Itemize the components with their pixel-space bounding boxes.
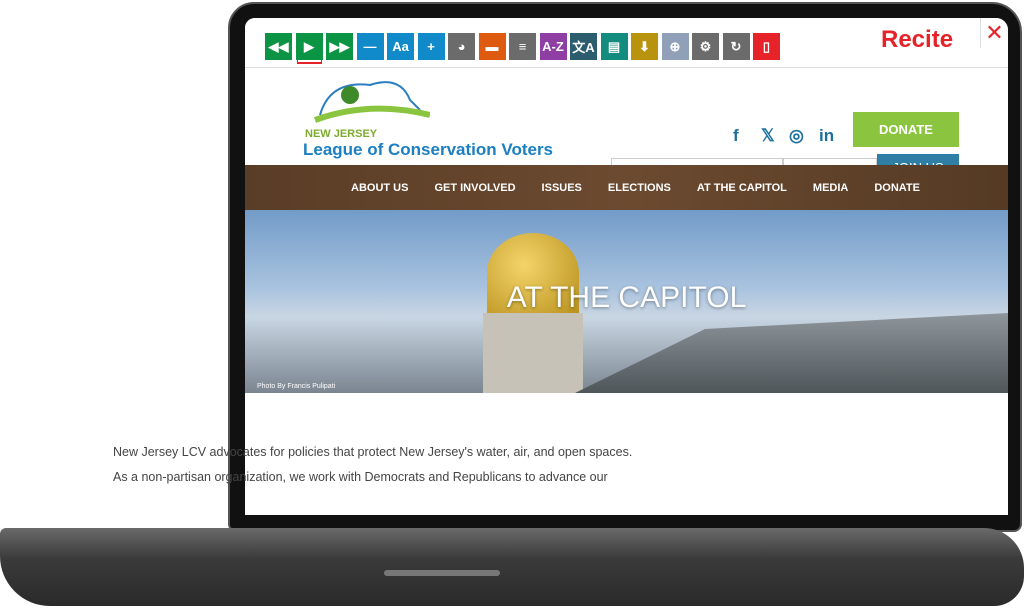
capitol-drum xyxy=(483,313,583,393)
nav-item-donate[interactable]: DONATE xyxy=(874,182,920,194)
photo-credit: Photo By Francis Pulipati xyxy=(257,383,336,390)
settings-icon[interactable]: ⚙ xyxy=(692,33,719,60)
close-icon[interactable]: ✕ xyxy=(980,18,1008,48)
increase-text-icon[interactable]: + xyxy=(417,33,445,60)
x-icon[interactable]: 𝕏 xyxy=(761,126,775,146)
reset-icon[interactable]: ↻ xyxy=(722,33,750,60)
nav-item-get-involved[interactable]: GET INVOLVED xyxy=(434,182,515,194)
logo-icon xyxy=(313,81,430,123)
logo-title[interactable]: League of Conservation Voters xyxy=(303,140,553,160)
nav-item-about-us[interactable]: ABOUT US xyxy=(351,182,408,194)
nav-item-at-the-capitol[interactable]: AT THE CAPITOL xyxy=(697,182,787,194)
linkedin-icon[interactable]: in xyxy=(819,126,834,146)
play-icon[interactable]: ▶ xyxy=(295,33,323,60)
recite-toolbar: Recite ✕ ◀◀ ▶ ▶▶ — Aa + ◕ ▬ ≡ A-Z 文A ▤ ⬇ ⊕ ⚙ ↻ ▯ xyxy=(245,18,1008,68)
instagram-icon[interactable]: ◎ xyxy=(789,126,804,146)
translate-icon[interactable]: 文A xyxy=(570,33,597,60)
hero-title: AT THE CAPITOL xyxy=(506,281,747,314)
capitol-roof xyxy=(575,313,1008,393)
site-header: NEW JERSEY League of Conservation Voters… xyxy=(245,68,1008,185)
main-nav: ABOUT US GET INVOLVED ISSUES ELECTIONS AT TH… xyxy=(245,165,1008,210)
text-only-icon[interactable]: ▤ xyxy=(600,33,628,60)
logo-subtitle[interactable]: NEW JERSEY xyxy=(305,128,377,140)
nav-item-media[interactable]: MEDIA xyxy=(813,182,848,194)
hero-banner: AT THE CAPITOL Photo By Francis Pulipati xyxy=(245,203,1008,393)
rewind-icon[interactable]: ◀◀ xyxy=(265,33,292,60)
ruler-icon[interactable]: ▬ xyxy=(478,33,506,60)
color-wheel-icon[interactable]: ◕ xyxy=(448,33,475,60)
donate-button[interactable]: DONATE xyxy=(853,112,959,147)
screen-mask-icon[interactable]: ≡ xyxy=(509,33,536,60)
nav-item-elections[interactable]: ELECTIONS xyxy=(608,182,671,194)
download-icon[interactable]: ⬇ xyxy=(631,33,658,60)
intro-text: New Jersey LCV advocates for policies th… xyxy=(113,445,633,484)
fast-forward-icon[interactable]: ▶▶ xyxy=(326,33,353,60)
nav-item-issues[interactable]: ISSUES xyxy=(542,182,582,194)
recite-logo: Recite xyxy=(881,26,954,53)
dictionary-icon[interactable]: A-Z xyxy=(539,33,567,60)
pdf-icon[interactable]: ▯ xyxy=(753,33,780,60)
font-icon[interactable]: Aa xyxy=(387,33,414,60)
facebook-icon[interactable]: f xyxy=(733,126,739,146)
laptop-notch xyxy=(384,570,500,576)
decrease-text-icon[interactable]: — xyxy=(356,33,384,60)
magnifier-icon[interactable]: ⊕ xyxy=(661,33,689,60)
laptop-base xyxy=(0,528,1024,606)
